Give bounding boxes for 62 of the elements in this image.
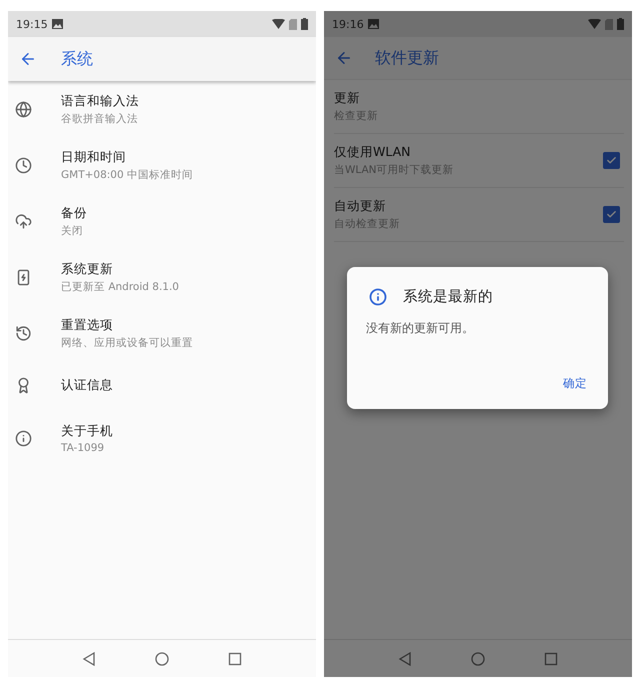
item-subtitle: 自动检查更新 [334,217,400,231]
status-time: 19:15 [16,18,48,30]
settings-item[interactable]: 日期和时间 GMT+08:00 中国标准时间 [8,137,316,193]
settings-item[interactable]: 自动更新 自动检查更新 [334,188,624,242]
info-icon [369,288,387,306]
item-title: 备份 [61,204,87,222]
checkbox[interactable] [603,152,620,169]
wifi-icon [272,19,285,29]
status-time: 19:16 [332,18,364,30]
item-title: 日期和时间 [61,148,126,166]
item-title: 自动更新 [334,198,386,215]
settings-item[interactable]: 认证信息 [8,361,316,410]
back-arrow-icon[interactable] [19,50,37,68]
screen-title: 系统 [61,48,93,70]
back-arrow-icon[interactable] [335,49,353,67]
check-icon [606,155,617,166]
settings-item[interactable]: 关于手机 TA-1099 [8,410,316,466]
item-subtitle: TA-1099 [61,442,104,454]
checkbox[interactable] [603,206,620,223]
globe-icon [15,100,32,118]
dialog-title: 系统是最新的 [403,288,493,306]
settings-item[interactable]: 语言和输入法 谷歌拼音输入法 [8,81,316,137]
item-subtitle: 已更新至 Android 8.1.0 [61,280,179,294]
item-title: 仅使用WLAN [334,144,411,161]
sim-icon [605,18,613,30]
item-subtitle: GMT+08:00 中国标准时间 [61,168,194,182]
item-title: 关于手机 [61,422,113,440]
settings-item[interactable]: 系统更新 已更新至 Android 8.1.0 [8,249,316,305]
battery-icon [301,18,308,30]
back-icon[interactable] [398,652,412,666]
settings-item[interactable]: 重置选项 网络、应用或设备可以重置 [8,305,316,361]
item-subtitle: 网络、应用或设备可以重置 [61,336,193,350]
dialog-message: 没有新的更新可用。 [366,320,475,337]
wifi-icon [588,19,601,29]
settings-item[interactable]: 更新 检查更新 [334,80,624,134]
recents-icon[interactable] [228,652,242,666]
item-title: 重置选项 [61,316,113,334]
home-icon[interactable] [470,652,485,666]
clock-icon [15,156,32,174]
home-icon[interactable] [154,652,169,666]
cloud-upload-icon [15,212,32,230]
item-title: 系统更新 [61,260,113,278]
history-icon [15,324,32,342]
item-title: 语言和输入法 [61,92,139,110]
image-icon [52,19,63,29]
recents-icon[interactable] [544,652,558,666]
battery-icon [617,18,624,30]
item-subtitle: 谷歌拼音输入法 [61,112,138,126]
item-subtitle: 关闭 [61,224,83,238]
info-icon [15,430,32,446]
settings-item[interactable]: 仅使用WLAN 当WLAN可用时下载更新 [334,134,624,188]
item-title: 认证信息 [61,377,113,394]
image-icon [368,19,379,29]
item-subtitle: 检查更新 [334,109,378,123]
sim-icon [289,18,297,30]
settings-item[interactable]: 备份 关闭 [8,193,316,249]
ok-button[interactable]: 确定 [561,372,589,395]
back-icon[interactable] [82,652,96,666]
screen-title: 软件更新 [375,48,439,68]
check-icon [606,209,617,220]
item-subtitle: 当WLAN可用时下载更新 [334,163,454,177]
item-title: 更新 [334,90,360,107]
